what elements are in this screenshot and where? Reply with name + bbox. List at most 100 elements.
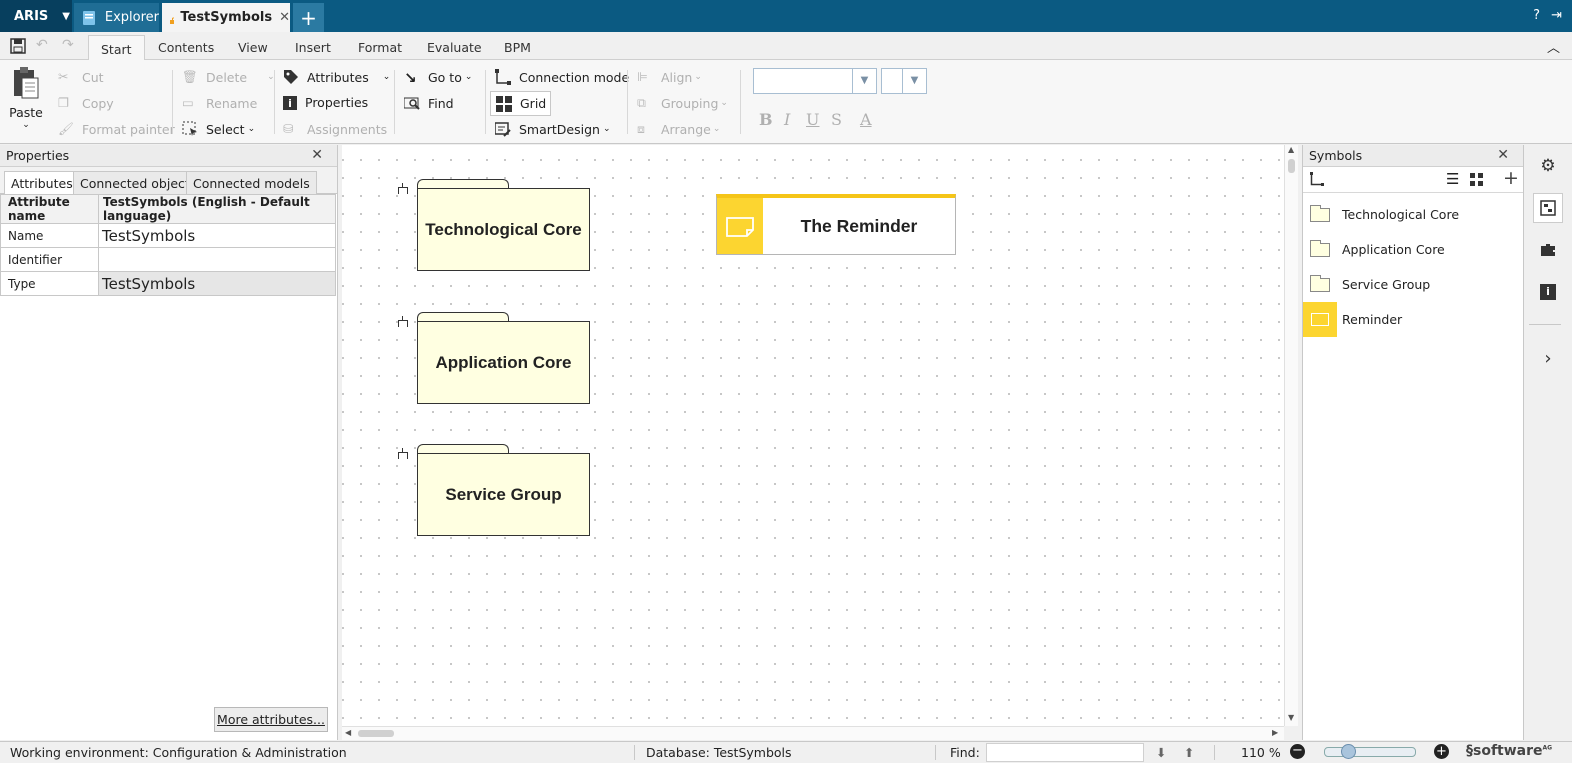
reminder-symbol[interactable]: The Reminder xyxy=(716,194,956,255)
select-button[interactable]: Select ⌄ xyxy=(182,121,255,137)
delete-button[interactable]: 🗑 Delete ⌄ xyxy=(182,69,275,85)
symbol-label: Reminder xyxy=(1342,312,1403,327)
symbols-icon[interactable] xyxy=(1533,193,1563,223)
strikethrough-button[interactable]: S xyxy=(831,110,842,129)
list-view-icon[interactable]: ☰ xyxy=(1446,170,1459,188)
tab-view[interactable]: View xyxy=(238,40,268,55)
align-button[interactable]: ⊫ Align ⌄ xyxy=(637,69,702,85)
vertical-scrollbar[interactable]: ▲ ▼ xyxy=(1284,145,1298,726)
scroll-right-icon[interactable]: ▶ xyxy=(1272,728,1278,737)
plus-icon: + xyxy=(300,5,317,30)
close-icon[interactable]: ✕ xyxy=(1497,147,1509,163)
symbol-item[interactable]: Application Core xyxy=(1303,232,1523,267)
zoom-slider[interactable] xyxy=(1324,747,1416,757)
tile-view-icon[interactable] xyxy=(1470,173,1483,186)
attribute-value[interactable] xyxy=(98,247,336,272)
rename-button[interactable]: ▭ Rename xyxy=(182,95,257,111)
table-row[interactable]: Identifier xyxy=(0,247,336,272)
add-symbol-icon[interactable]: + xyxy=(1503,167,1519,189)
grid-toggle[interactable]: Grid xyxy=(490,91,551,116)
font-color-button[interactable]: A xyxy=(860,110,872,129)
attributes-table: Attribute name TestSymbols (English - De… xyxy=(0,194,336,296)
symbol-item[interactable]: Reminder xyxy=(1303,302,1523,337)
bold-button[interactable]: B xyxy=(759,110,773,129)
italic-button[interactable]: I xyxy=(784,110,790,129)
scroll-thumb[interactable] xyxy=(1288,159,1295,173)
find-previous-icon[interactable]: ⬆ xyxy=(1184,745,1194,760)
minimize-icon[interactable]: ⇥ xyxy=(1551,8,1562,23)
grid-label: Grid xyxy=(520,96,547,111)
font-size-select[interactable]: ▼ xyxy=(881,68,927,94)
smartdesign-label: SmartDesign xyxy=(519,121,600,137)
chevron-right-icon[interactable]: › xyxy=(1533,343,1563,373)
format-painter-button[interactable]: 🖌 Format painter xyxy=(58,121,175,137)
redo-icon[interactable]: ↷ xyxy=(62,37,74,53)
help-button[interactable]: ? xyxy=(1533,8,1540,23)
scroll-down-icon[interactable]: ▼ xyxy=(1288,713,1294,722)
zoom-out-icon[interactable]: − xyxy=(1290,744,1305,759)
save-icon[interactable] xyxy=(10,38,26,54)
database-label: Database: TestSymbols xyxy=(646,745,792,760)
tab-start[interactable]: Start xyxy=(88,35,145,61)
tab-explorer[interactable]: Explorer xyxy=(74,3,159,32)
find-input[interactable] xyxy=(986,743,1144,762)
symbol-item[interactable]: Technological Core xyxy=(1303,197,1523,232)
tab-bpm[interactable]: BPM xyxy=(504,40,531,55)
attributes-button[interactable]: Attributes ⌄ xyxy=(283,69,390,85)
assignments-icon: ⛁ xyxy=(283,121,294,136)
properties-panel: Properties ✕ Attributes Connected object… xyxy=(0,145,338,740)
cut-button[interactable]: ✂ Cut xyxy=(58,69,104,85)
scroll-left-icon[interactable]: ◀ xyxy=(345,728,351,737)
tab-evaluate[interactable]: Evaluate xyxy=(427,40,482,55)
table-row[interactable]: Name TestSymbols xyxy=(0,223,336,248)
puzzle-icon[interactable] xyxy=(1533,235,1563,265)
find-button[interactable]: Find xyxy=(404,95,454,111)
collapse-ribbon-icon[interactable]: ︿ xyxy=(1547,37,1560,56)
more-attributes-button[interactable]: More attributes... xyxy=(214,707,328,732)
tab-testsymbols[interactable]: TestSymbols ✕ xyxy=(162,3,290,32)
goto-button[interactable]: ↘ Go to ⌄ xyxy=(404,69,472,87)
paste-button[interactable]: Paste ⌄ xyxy=(9,66,43,130)
find-next-icon[interactable]: ⬇ xyxy=(1156,745,1166,760)
structure-icon xyxy=(398,448,408,460)
copy-icon: ❐ xyxy=(58,95,70,110)
tab-insert[interactable]: Insert xyxy=(295,40,331,55)
assignments-button[interactable]: ⛁ Assignments xyxy=(283,121,387,137)
close-icon[interactable]: ✕ xyxy=(279,10,290,25)
tab-format[interactable]: Format xyxy=(358,40,402,55)
model-canvas[interactable]: Technological Core Application Core Serv… xyxy=(342,145,1284,726)
tab-contents[interactable]: Contents xyxy=(158,40,214,55)
copy-label: Copy xyxy=(82,95,114,111)
horizontal-scrollbar[interactable]: ◀ ▶ xyxy=(342,726,1284,740)
copy-button[interactable]: ❐ Copy xyxy=(58,95,114,111)
status-divider xyxy=(935,745,936,760)
tag-icon xyxy=(284,70,298,84)
add-tab-button[interactable]: + xyxy=(293,3,324,32)
tab-testsymbols-label: TestSymbols xyxy=(180,10,273,25)
gear-icon[interactable]: ⚙ xyxy=(1533,151,1563,181)
zoom-slider-handle[interactable] xyxy=(1341,744,1356,759)
undo-icon[interactable]: ↶ xyxy=(36,37,48,53)
arrange-button[interactable]: ⧈ Arrange ⌄ xyxy=(637,121,720,137)
properties-button[interactable]: i Properties xyxy=(283,95,368,110)
table-row[interactable]: Type TestSymbols xyxy=(0,271,336,296)
subtab-connected-models[interactable]: Connected models xyxy=(186,171,317,194)
find-label: Find xyxy=(428,95,454,111)
scroll-thumb[interactable] xyxy=(358,730,394,737)
connection-mode-button[interactable]: Connection mode xyxy=(495,69,629,85)
symbol-item[interactable]: Service Group xyxy=(1303,267,1523,302)
app-menu-button[interactable]: ARIS ▼ xyxy=(0,0,72,32)
zoom-in-icon[interactable]: + xyxy=(1434,744,1449,759)
connection-icon[interactable] xyxy=(1310,172,1324,186)
smartdesign-button[interactable]: SmartDesign ⌄ xyxy=(495,121,611,137)
folder-label: Application Core xyxy=(417,321,590,404)
close-icon[interactable]: ✕ xyxy=(311,147,323,163)
grouping-button[interactable]: ⧉ Grouping ⌄ xyxy=(637,95,728,111)
subtab-connected-objects[interactable]: Connected objects xyxy=(73,171,204,194)
info-icon[interactable]: i xyxy=(1533,277,1563,307)
subtab-attributes[interactable]: Attributes xyxy=(4,171,80,194)
font-family-select[interactable]: ▼ xyxy=(753,68,877,94)
underline-button[interactable]: U xyxy=(806,110,819,129)
scroll-up-icon[interactable]: ▲ xyxy=(1288,145,1294,154)
attribute-value[interactable]: TestSymbols xyxy=(98,223,336,248)
